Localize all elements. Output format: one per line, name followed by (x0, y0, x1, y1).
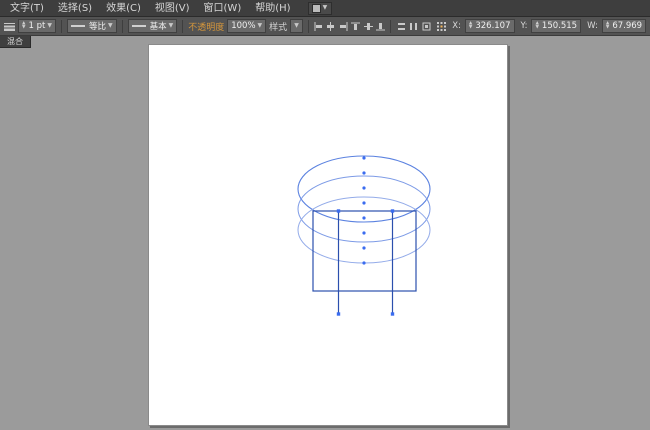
chevron-down-icon: ▼ (294, 22, 299, 29)
align-horizontal-left-icon[interactable] (314, 19, 323, 33)
divider (121, 19, 123, 33)
transform-panel-icon[interactable] (421, 19, 431, 33)
opacity-field[interactable]: 100% ▼ (227, 19, 267, 33)
illustrator-window: 文字(T) 选择(S) 效果(C) 视图(V) 窗口(W) 帮助(H) ▼ ▲ ▼… (0, 0, 650, 430)
chevron-down-icon: ▼ (168, 22, 174, 29)
menu-select[interactable]: 选择(S) (51, 0, 99, 17)
y-field[interactable]: ▲ ▼ 150.515 (531, 19, 582, 33)
y-field-label: Y: (520, 21, 528, 31)
divider (182, 19, 184, 33)
stepper-icon[interactable]: ▲ ▼ (469, 21, 472, 31)
stepper-icon[interactable]: ▲ ▼ (22, 21, 25, 31)
reference-point-icon[interactable] (436, 19, 446, 33)
arrange-documents-icon (311, 3, 321, 13)
rectangle-path[interactable] (312, 210, 417, 292)
chevron-down-icon: ▼ (47, 22, 52, 29)
uniform-profile-icon (70, 25, 85, 27)
menu-bar: 文字(T) 选择(S) 效果(C) 视图(V) 窗口(W) 帮助(H) ▼ (0, 0, 650, 17)
artboard[interactable] (148, 44, 508, 426)
opacity-value: 100% (231, 21, 256, 31)
width-profile-label: 等比 (88, 22, 106, 32)
align-vertical-top-icon[interactable] (351, 19, 361, 33)
divider (307, 19, 309, 33)
x-field[interactable]: ▲ ▼ 326.107 (464, 19, 515, 33)
chevron-down-icon: ▼ (257, 22, 263, 29)
stepper-icon[interactable]: ▲ ▼ (535, 21, 538, 31)
w-field-value: 67.969 (612, 21, 643, 31)
x-field-label: X: (452, 21, 461, 31)
distribute-vertical-icon[interactable] (396, 19, 405, 33)
distribute-horizontal-icon[interactable] (409, 19, 418, 33)
w-field[interactable]: ▲ ▼ 67.969 (601, 19, 647, 33)
chevron-down-icon: ▼ (107, 22, 113, 29)
menu-view[interactable]: 视图(V) (148, 0, 197, 17)
document-tab[interactable]: 混合 (0, 36, 31, 48)
divider (60, 19, 62, 33)
document-tab-label: 混合 (7, 37, 23, 46)
stepper-icon[interactable]: ▲ ▼ (606, 21, 609, 31)
width-profile-select[interactable]: 等比 ▼ (66, 19, 117, 33)
canvas-area[interactable]: 混合 (0, 36, 650, 430)
align-vertical-bottom-icon[interactable] (376, 19, 386, 33)
divider (390, 19, 392, 33)
align-vertical-middle-icon[interactable] (363, 19, 373, 33)
menu-type[interactable]: 文字(T) (3, 0, 51, 17)
style-label: 样式 (269, 22, 288, 33)
stroke-panel-icon[interactable] (4, 19, 15, 33)
basic-brush-icon (131, 25, 146, 27)
brush-definition-label: 基本 (149, 22, 167, 32)
x-field-value: 326.107 (475, 21, 511, 31)
align-horizontal-right-icon[interactable] (339, 19, 348, 33)
w-field-label: W: (587, 21, 598, 31)
brush-definition-select[interactable]: 基本 ▼ (127, 19, 178, 33)
opacity-link[interactable]: 不透明度 (188, 20, 224, 33)
stroke-weight-value: 1 pt (28, 21, 46, 31)
blend-artwork[interactable] (149, 45, 509, 427)
arrange-documents-button[interactable]: ▼ (307, 1, 333, 15)
align-horizontal-center-icon[interactable] (326, 19, 335, 33)
style-select[interactable]: ▼ (290, 19, 303, 33)
stroke-weight-field[interactable]: ▲ ▼ 1 pt ▼ (18, 19, 56, 33)
y-field-value: 150.515 (541, 21, 578, 31)
menu-window[interactable]: 窗口(W) (197, 0, 249, 17)
chevron-down-icon: ▼ (322, 4, 328, 11)
menu-help[interactable]: 帮助(H) (248, 0, 297, 17)
ellipse-bottom[interactable] (297, 196, 431, 264)
menu-effect[interactable]: 效果(C) (99, 0, 148, 17)
control-bar: ▲ ▼ 1 pt ▼ 等比 ▼ 基本 ▼ 不透明度 100% ▼ 样式 ▼ X:… (0, 17, 650, 36)
